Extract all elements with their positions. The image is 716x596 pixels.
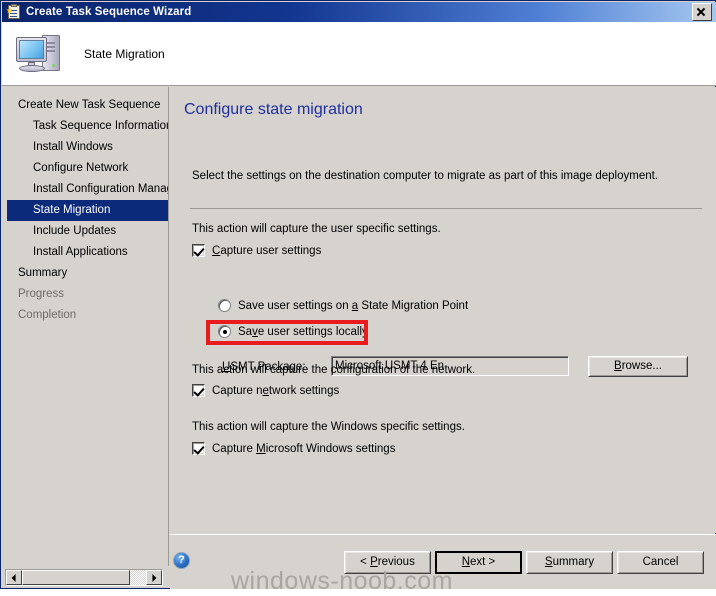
capture-user-settings-label: Capture user settings (212, 244, 322, 257)
save-settings-smp-radio[interactable] (218, 299, 231, 312)
capture-microsoft-windows-settings-row[interactable]: Capture Microsoft Windows settings (192, 442, 395, 455)
sidebar-item-install-configuration-manager[interactable]: Install Configuration Manag (2, 179, 168, 200)
help-icon[interactable]: ? (173, 552, 190, 569)
sidebar-horizontal-scrollbar[interactable] (5, 569, 163, 586)
user-section-description: This action will capture the user specif… (192, 223, 441, 235)
title-bar: Create Task Sequence Wizard (2, 2, 716, 22)
sidebar-item-install-windows[interactable]: Install Windows (2, 137, 168, 158)
computer-icon (14, 31, 70, 77)
scroll-left-icon[interactable] (6, 570, 22, 585)
save-settings-locally-label: Save user settings locally (238, 325, 368, 338)
sidebar-item-include-updates[interactable]: Include Updates (2, 221, 168, 242)
save-settings-locally-row[interactable]: Save user settings locally (218, 325, 368, 338)
capture-microsoft-windows-settings-label: Capture Microsoft Windows settings (212, 442, 396, 455)
page-title: Configure state migration (184, 101, 363, 118)
windows-section-description: This action will capture the Windows spe… (192, 421, 465, 433)
capture-microsoft-windows-settings-checkbox[interactable] (192, 442, 205, 455)
sidebar-item-progress[interactable]: Progress (2, 284, 168, 305)
header-title: State Migration (84, 46, 165, 61)
sidebar-item-create-new-task-sequence[interactable]: Create New Task Sequence (2, 95, 168, 116)
capture-network-settings-row[interactable]: Capture network settings (192, 384, 339, 397)
sidebar-item-task-sequence-information[interactable]: Task Sequence Information (2, 116, 168, 137)
sidebar-item-summary[interactable]: Summary (2, 263, 168, 284)
save-settings-smp-row[interactable]: Save user settings on a State Migration … (218, 299, 468, 312)
next-button[interactable]: Next > (435, 551, 522, 574)
sidebar-item-state-migration[interactable]: State Migration (7, 200, 168, 221)
wizard-sidebar: Create New Task Sequence Task Sequence I… (2, 87, 169, 566)
sidebar-item-configure-network[interactable]: Configure Network (2, 158, 168, 179)
scrollbar-thumb[interactable] (22, 570, 130, 585)
wizard-content: Configure state migration Select the set… (170, 87, 716, 533)
window-title: Create Task Sequence Wizard (26, 6, 192, 18)
intro-text: Select the settings on the destination c… (192, 170, 659, 182)
capture-user-settings-row[interactable]: Capture user settings (192, 244, 321, 257)
wizard-footer: ? < Previous Next > Summary Cancel (170, 534, 716, 589)
capture-network-settings-label: Capture network settings (212, 384, 340, 397)
browse-button[interactable]: Browse... (588, 356, 688, 377)
wizard-header: State Migration (2, 22, 716, 86)
close-icon[interactable] (692, 3, 712, 21)
capture-network-settings-checkbox[interactable] (192, 384, 205, 397)
wizard-window: Create Task Sequence Wizard State Migrat… (0, 0, 716, 595)
cancel-button[interactable]: Cancel (617, 551, 704, 574)
network-section-description: This action will capture the configurati… (192, 364, 476, 376)
scroll-right-icon[interactable] (146, 570, 162, 585)
sidebar-item-completion[interactable]: Completion (2, 305, 168, 326)
save-settings-locally-radio[interactable] (218, 325, 231, 338)
capture-user-settings-checkbox[interactable] (192, 244, 205, 257)
task-sequence-icon (6, 4, 22, 20)
save-settings-smp-label: Save user settings on a State Migration … (238, 299, 469, 312)
previous-button[interactable]: < Previous (344, 551, 431, 574)
sidebar-item-install-applications[interactable]: Install Applications (2, 242, 168, 263)
divider (190, 208, 702, 209)
scrollbar-track[interactable] (22, 570, 146, 585)
summary-button[interactable]: Summary (526, 551, 613, 574)
